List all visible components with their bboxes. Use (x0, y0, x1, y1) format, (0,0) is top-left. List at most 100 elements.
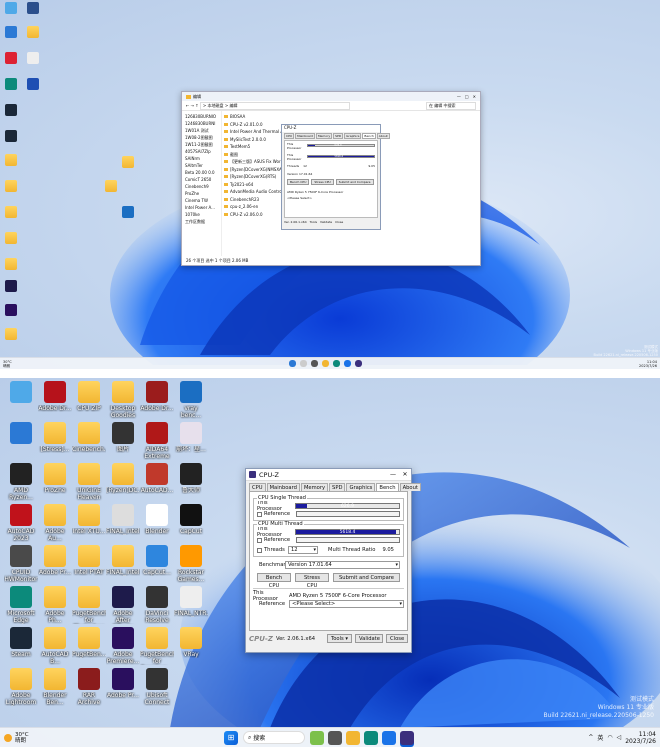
mini-bench-button[interactable]: Bench CPU (287, 179, 310, 185)
desktop-icon[interactable]: [Ryzen]DC... (106, 463, 140, 494)
desktop-icon[interactable]: Adobe Pr... (38, 545, 72, 576)
tab-mainboard[interactable]: Mainboard (266, 483, 300, 491)
sidebar-item[interactable]: SAlNrm (182, 155, 221, 162)
mini-bench-button[interactable]: Submit and Compare (335, 179, 374, 185)
desktop-icon[interactable]: FINAL_Intel... (106, 504, 140, 535)
sidebar-item[interactable]: SAltmTer (182, 162, 221, 169)
mini-tab[interactable]: Bench (362, 133, 376, 139)
tools-button[interactable]: Tools ▾ (326, 634, 352, 643)
taskview-icon[interactable] (328, 730, 342, 745)
taskbar-search[interactable]: ⌕ 搜索 (243, 731, 305, 744)
validate-button[interactable]: Validate (355, 634, 383, 643)
cpuz-taskbar-icon[interactable] (400, 730, 414, 745)
desktop-icon[interactable] (0, 52, 22, 65)
close-button[interactable]: Close (386, 634, 408, 643)
sidebar-item[interactable]: Cinema TW (182, 197, 221, 204)
desktop-icon[interactable]: ProZhe (38, 463, 72, 494)
ime-indicator[interactable]: 英 (597, 733, 603, 742)
desktop-icon[interactable] (0, 232, 22, 245)
tab-graphics[interactable]: Graphics (346, 483, 376, 491)
tab-memory[interactable]: Memory (300, 483, 329, 491)
desktop-icon[interactable]: DaVinci Resolve (140, 586, 174, 624)
desktop-icon[interactable] (0, 258, 22, 271)
desktop-icon[interactable] (0, 180, 22, 193)
chevron-up-icon[interactable]: ^ (588, 734, 593, 741)
desktop-icon[interactable]: FINAL_Intel... (106, 545, 140, 576)
mini-tab[interactable]: CPU (284, 133, 295, 139)
desktop-icon[interactable]: RAR Archive (72, 668, 106, 706)
desktop-icon[interactable] (0, 154, 22, 167)
desktop-icon[interactable]: CPU ZIP (72, 381, 106, 412)
desktop-icon[interactable]: CapCut (174, 504, 208, 535)
threads-select[interactable]: 12 (288, 546, 318, 554)
desktop-icon[interactable] (0, 328, 22, 341)
desktop-icon[interactable]: PugetBen... (72, 627, 106, 658)
desktop-icon[interactable]: CPUID HWMonitor (4, 545, 38, 583)
sidebar-item[interactable]: ProZhe (182, 190, 221, 197)
mini-benchmark-select[interactable]: Version 17.01.64 (287, 172, 375, 176)
desktop-icon[interactable]: PugetBench for Premiere... (140, 627, 174, 665)
mini-close-button[interactable]: Close (335, 220, 343, 224)
file-list-item[interactable]: BIOSAA (224, 113, 478, 121)
mini-tab[interactable]: SPD (333, 133, 344, 139)
sidebar-item[interactable]: 126830BURNIO (182, 113, 221, 120)
sidebar-item[interactable]: ComicT 2650 (182, 176, 221, 183)
desktop-icon[interactable] (117, 206, 139, 219)
tab-spd[interactable]: SPD (329, 483, 346, 491)
back-arrow-icon[interactable]: ← (186, 103, 189, 108)
breadcrumb[interactable]: > 本地磁盘 > 编辑 (199, 101, 350, 110)
desktop-icon[interactable]: AutoCAD 2023 (4, 504, 38, 542)
desktop-icon[interactable]: AMD Ryzen... (4, 463, 38, 501)
store-icon[interactable] (382, 730, 396, 745)
desktop-icon[interactable]: AutoCAD... (140, 463, 174, 494)
sidebar-item[interactable]: 1070ke (182, 211, 221, 218)
desktop-icon[interactable]: Adobe Lightroom (4, 668, 38, 706)
tab-about[interactable]: About (399, 483, 421, 491)
desktop-icon[interactable] (0, 26, 22, 39)
up-arrow-icon[interactable]: ↑ (195, 103, 198, 108)
edge-icon[interactable] (364, 730, 378, 745)
taskbar-clock[interactable]: 11:04 2023/7/26 (625, 731, 656, 745)
mini-reference-select[interactable]: <Please Select> (287, 196, 375, 200)
desktop-icon[interactable] (4, 422, 38, 446)
desktop-icon[interactable] (0, 280, 22, 293)
desktop-icon[interactable]: Blender (140, 504, 174, 535)
top-clock[interactable]: 11:04 2023/7/26 (639, 360, 660, 368)
search-input[interactable]: 在 编辑 中搜索 (426, 101, 476, 110)
desktop-icon[interactable] (4, 381, 38, 405)
tab-bench[interactable]: Bench (376, 483, 399, 491)
desktop-icon[interactable]: AIDA64 Extreme (140, 422, 174, 460)
stress-cpu-button[interactable]: Stress CPU (295, 573, 329, 589)
desktop-icon[interactable]: Intel XTU... (72, 504, 106, 535)
store-icon[interactable] (343, 360, 351, 367)
desktop-icon[interactable] (22, 2, 44, 15)
speaker-icon[interactable]: ◁ (617, 734, 622, 741)
desktop-icon[interactable]: 崩坏：星... (174, 422, 208, 453)
desktop-icon[interactable]: 图片 (106, 422, 140, 453)
desktop-icon[interactable]: Steam (4, 627, 38, 658)
desktop-icon[interactable]: [Stress]... (38, 422, 72, 453)
mini-validate-button[interactable]: Validate (320, 220, 332, 224)
desktop-icon[interactable] (0, 130, 22, 143)
desktop-icon[interactable]: vray benc... (174, 381, 208, 419)
reference-checkbox[interactable] (257, 511, 262, 517)
submit-compare-button[interactable]: Submit and Compare (333, 573, 400, 582)
threads-checkbox[interactable] (257, 547, 262, 553)
desktop-icon[interactable]: Intel PTAT (72, 545, 106, 576)
desktop-icon[interactable]: VRay (174, 627, 208, 658)
desktop-icon[interactable]: AutoCAD B... (38, 627, 72, 665)
cpuz-icon[interactable] (354, 360, 362, 367)
edge-icon[interactable] (332, 360, 340, 367)
sidebar-item[interactable]: 1W11-2图截图 (182, 141, 221, 148)
window-controls[interactable]: — □ ✕ (457, 94, 480, 100)
mini-tab[interactable]: About (376, 133, 390, 139)
sidebar-item[interactable]: Cinebench9 (182, 183, 221, 190)
desktop-icon[interactable]: Rockstar Games... (174, 545, 208, 583)
desktop-icon[interactable]: CapCut... (140, 545, 174, 576)
desktop-icon[interactable] (0, 2, 22, 15)
desktop-icon[interactable]: Desktop Goodies (106, 381, 140, 419)
start-icon[interactable] (288, 360, 296, 367)
reference-select[interactable]: <Please Select> (289, 600, 404, 608)
mini-tools-button[interactable]: Tools (310, 220, 317, 224)
desktop-icon[interactable]: FINAL_NTR... (174, 586, 208, 617)
